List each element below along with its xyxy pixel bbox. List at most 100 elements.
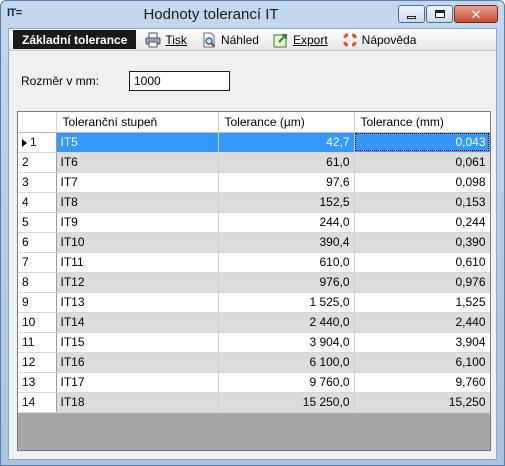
cell-grade-text: IT15 — [60, 335, 85, 349]
row-number: 11 — [18, 332, 57, 353]
cell-um[interactable]: 9 760,0 — [218, 372, 355, 393]
cell-mm-text: 0,976 — [455, 275, 486, 289]
cell-mm-text: 1,525 — [455, 295, 486, 309]
cell-um[interactable]: 42,7 — [218, 132, 355, 153]
table-row[interactable]: 1 IT5 42,7 0,043 — [18, 132, 490, 153]
cell-grade[interactable]: IT14 — [56, 312, 219, 333]
table-row[interactable]: 10 IT14 2 440,0 2,440 — [18, 312, 490, 333]
menu-label: Tisk — [165, 32, 187, 47]
table-row[interactable]: 11 IT15 3 904,0 3,904 — [18, 332, 490, 353]
table-row[interactable]: 12 IT16 6 100,0 6,100 — [18, 352, 490, 373]
cell-um[interactable]: 15 250,0 — [218, 392, 355, 413]
cell-um-text: 61,0 — [326, 155, 350, 169]
cell-mm[interactable]: 15,250 — [354, 392, 490, 413]
cell-grade[interactable]: IT5 — [56, 132, 219, 153]
minimize-button[interactable] — [398, 5, 425, 23]
cell-um[interactable]: 390,4 — [218, 232, 355, 253]
cell-mm-text: 9,760 — [455, 375, 486, 389]
export-icon — [273, 32, 289, 48]
row-number-text: 10 — [22, 315, 36, 329]
cell-um[interactable]: 1 525,0 — [218, 292, 355, 313]
window-title: Hodnoty tolerancí IT — [143, 6, 279, 23]
cell-grade-text: IT6 — [60, 155, 78, 169]
cell-grade-text: IT9 — [60, 215, 78, 229]
cell-mm[interactable]: 0,976 — [354, 272, 490, 293]
title-bar[interactable]: IT= Hodnoty tolerancí IT ✕ — [1, 1, 504, 28]
cell-mm[interactable]: 0,610 — [354, 252, 490, 273]
menu-zakladni-tolerance[interactable]: Základní tolerance — [13, 30, 137, 49]
cell-grade-text: IT10 — [60, 235, 85, 249]
menu-label: Základní tolerance — [22, 32, 128, 47]
cell-grade[interactable]: IT7 — [56, 172, 219, 193]
cell-mm[interactable]: 3,904 — [354, 332, 490, 353]
cell-um[interactable]: 2 440,0 — [218, 312, 355, 333]
cell-um[interactable]: 3 904,0 — [218, 332, 355, 353]
current-row-arrow-icon — [22, 138, 27, 147]
column-header-mm[interactable]: Tolerance (mm) — [354, 112, 490, 133]
cell-mm-text: 0,390 — [455, 235, 486, 249]
table-row[interactable]: 9 IT13 1 525,0 1,525 — [18, 292, 490, 313]
cell-mm[interactable]: 0,244 — [354, 212, 490, 233]
cell-grade[interactable]: IT16 — [56, 352, 219, 373]
cell-mm[interactable]: 0,153 — [354, 192, 490, 213]
cell-grade[interactable]: IT17 — [56, 372, 219, 393]
cell-um-text: 42,7 — [326, 135, 350, 149]
cell-grade[interactable]: IT8 — [56, 192, 219, 213]
size-input[interactable] — [129, 71, 230, 91]
table-row[interactable]: 4 IT8 152,5 0,153 — [18, 192, 490, 213]
row-number: 14 — [18, 392, 57, 413]
cell-mm[interactable]: 0,098 — [354, 172, 490, 193]
menu-label: Export — [292, 32, 328, 47]
cell-mm[interactable]: 0,061 — [354, 152, 490, 173]
cell-grade[interactable]: IT11 — [56, 252, 219, 273]
table-row[interactable]: 7 IT11 610,0 0,610 — [18, 252, 490, 273]
column-header-um[interactable]: Tolerance (µm) — [218, 112, 355, 133]
close-button[interactable]: ✕ — [454, 5, 498, 23]
window-controls: ✕ — [397, 5, 498, 23]
cell-um[interactable]: 152,5 — [218, 192, 355, 213]
cell-mm[interactable]: 9,760 — [354, 372, 490, 393]
cell-mm[interactable]: 0,390 — [354, 232, 490, 253]
cell-grade[interactable]: IT18 — [56, 392, 219, 413]
row-number: 3 — [18, 172, 57, 193]
table-row[interactable]: 2 IT6 61,0 0,061 — [18, 152, 490, 173]
table-row[interactable]: 3 IT7 97,6 0,098 — [18, 172, 490, 193]
menu-label: Náhled — [220, 32, 259, 47]
cell-mm-text: 6,100 — [455, 355, 486, 369]
column-header-grade[interactable]: Toleranční stupeň — [56, 112, 219, 133]
menu-export[interactable]: Export — [268, 30, 333, 50]
print-preview-icon — [201, 32, 217, 48]
tolerance-grid[interactable]: Toleranční stupeň Tolerance (µm) Toleran… — [17, 111, 491, 451]
maximize-button[interactable] — [426, 5, 453, 23]
cell-grade[interactable]: IT6 — [56, 152, 219, 173]
cell-um[interactable]: 244,0 — [218, 212, 355, 233]
cell-grade[interactable]: IT13 — [56, 292, 219, 313]
close-icon: ✕ — [470, 6, 482, 22]
cell-um-text: 97,6 — [326, 175, 350, 189]
menu-tisk[interactable]: Tisk — [140, 30, 192, 50]
cell-grade[interactable]: IT12 — [56, 272, 219, 293]
cell-mm[interactable]: 2,440 — [354, 312, 490, 333]
table-row[interactable]: 14 IT18 15 250,0 15,250 — [18, 392, 490, 413]
cell-mm[interactable]: 0,043 — [354, 132, 490, 153]
cell-um[interactable]: 610,0 — [218, 252, 355, 273]
table-row[interactable]: 13 IT17 9 760,0 9,760 — [18, 372, 490, 393]
table-row[interactable]: 6 IT10 390,4 0,390 — [18, 232, 490, 253]
menu-nahled[interactable]: Náhled — [196, 30, 264, 50]
table-row[interactable]: 5 IT9 244,0 0,244 — [18, 212, 490, 233]
row-number: 4 — [18, 192, 57, 213]
cell-grade[interactable]: IT15 — [56, 332, 219, 353]
maximize-icon — [434, 10, 445, 18]
cell-grade[interactable]: IT10 — [56, 232, 219, 253]
cell-um-text: 390,4 — [319, 235, 350, 249]
cell-um[interactable]: 6 100,0 — [218, 352, 355, 373]
cell-grade[interactable]: IT9 — [56, 212, 219, 233]
cell-um[interactable]: 976,0 — [218, 272, 355, 293]
cell-mm[interactable]: 1,525 — [354, 292, 490, 313]
menu-napoveda[interactable]: Nápověda — [337, 30, 422, 50]
cell-um[interactable]: 61,0 — [218, 152, 355, 173]
cell-grade-text: IT16 — [60, 355, 85, 369]
cell-um[interactable]: 97,6 — [218, 172, 355, 193]
table-row[interactable]: 8 IT12 976,0 0,976 — [18, 272, 490, 293]
cell-mm[interactable]: 6,100 — [354, 352, 490, 373]
